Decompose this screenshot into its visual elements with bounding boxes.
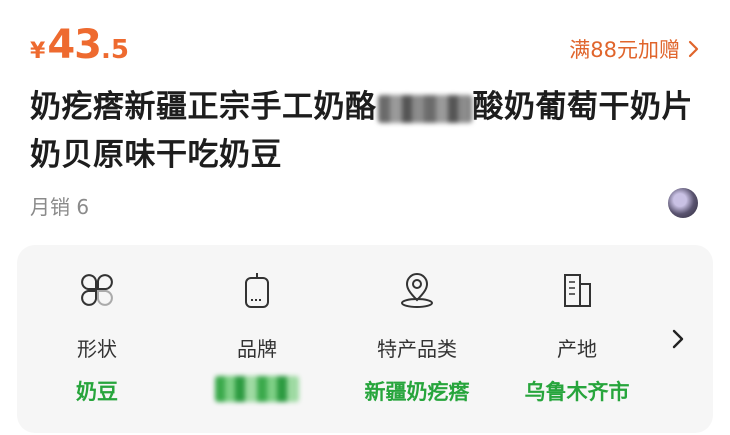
currency-symbol: ¥ xyxy=(30,39,46,64)
monthly-sales: 月销 6 xyxy=(30,195,90,219)
avatar[interactable] xyxy=(668,188,698,218)
blurred-brand xyxy=(215,376,299,402)
attr-origin[interactable]: 产地 乌鲁木齐市 xyxy=(502,245,652,433)
chevron-right-icon[interactable] xyxy=(668,327,688,351)
attr-value xyxy=(182,376,332,402)
promo-label: 满88元加赠 xyxy=(569,38,680,62)
attr-brand[interactable]: 品牌 xyxy=(182,245,332,433)
location-icon xyxy=(401,273,433,308)
attr-label: 品牌 xyxy=(237,337,277,361)
attr-label: 形状 xyxy=(77,337,117,361)
blurred-text xyxy=(377,94,472,123)
price: ¥ 43 .5 xyxy=(30,22,129,68)
building-icon xyxy=(564,274,591,307)
price-row: ¥ 43 .5 满88元加赠 xyxy=(30,22,700,70)
sales-row: 月销 6 xyxy=(30,188,700,220)
tag-icon xyxy=(245,273,269,308)
attributes-card[interactable]: 形状 奶豆 品牌 特产品类 新疆奶疙瘩 产地 乌鲁木齐市 xyxy=(17,245,713,433)
clover-icon xyxy=(81,274,113,306)
attr-value: 新疆奶疙瘩 xyxy=(364,380,470,404)
product-title: 奶疙瘩新疆正宗手工奶酪 酸奶葡萄干奶片奶贝原味干吃奶豆 xyxy=(30,83,702,179)
attr-category[interactable]: 特产品类 新疆奶疙瘩 xyxy=(342,245,492,433)
price-integer: 43 xyxy=(47,22,102,68)
attr-label: 特产品类 xyxy=(377,337,457,361)
promo-link[interactable]: 满88元加赠 xyxy=(569,34,700,64)
chevron-right-icon xyxy=(688,40,699,58)
attr-value: 奶豆 xyxy=(76,380,118,404)
title-part-1: 奶疙瘩新疆正宗手工奶酪 xyxy=(30,89,377,125)
attr-value: 乌鲁木齐市 xyxy=(524,380,630,404)
price-decimal: .5 xyxy=(100,35,129,65)
attr-shape[interactable]: 形状 奶豆 xyxy=(22,245,172,433)
attr-label: 产地 xyxy=(557,337,597,361)
